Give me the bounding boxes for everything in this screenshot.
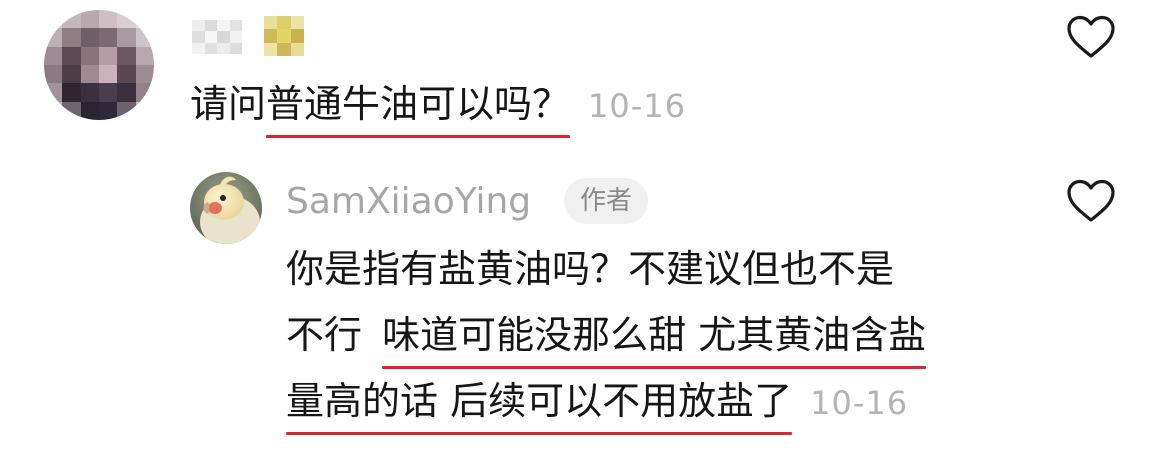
reply-timestamp: 10-16 xyxy=(810,384,909,422)
author-avatar[interactable] xyxy=(190,172,262,244)
reply-text-line2-underlined: 味道可能没那么甜 尤其黄油含盐 xyxy=(382,309,927,369)
comment-text-plain: 请问 xyxy=(190,82,267,126)
comment-timestamp: 10-16 xyxy=(588,87,687,125)
reply-text-line2-plain: 不行 xyxy=(286,313,363,357)
comment-body: 请问普通牛油可以吗？ 10-16 xyxy=(190,78,687,138)
commenter-avatar[interactable] xyxy=(44,10,154,120)
comment-thread: 请问普通牛油可以吗？ 10-16 SamXiiaoYing 作者 你是指有盐黄油吗… xyxy=(0,0,1170,452)
commenter-name-pixelated[interactable] xyxy=(192,20,242,54)
author-badge: 作者 xyxy=(564,178,649,224)
reply-text-line3-underlined: 量高的话 后续可以不用放盐了 xyxy=(286,375,793,435)
reply-line-2: 不行 味道可能没那么甜 尤其黄油含盐 xyxy=(286,309,927,369)
like-heart-icon[interactable] xyxy=(1066,14,1116,60)
reply-line-1: 你是指有盐黄油吗？不建议但也不是 xyxy=(286,243,894,295)
author-name[interactable]: SamXiiaoYing xyxy=(286,178,531,226)
reply-like-heart-icon[interactable] xyxy=(1066,178,1116,224)
comment-text-underlined: 普通牛油可以吗？ xyxy=(266,78,571,138)
commenter-badge-pixelated xyxy=(264,16,304,56)
reply-text-line1: 你是指有盐黄油吗？不建议但也不是 xyxy=(286,247,895,291)
reply-line-3: 量高的话 后续可以不用放盐了 10-16 xyxy=(286,375,909,435)
